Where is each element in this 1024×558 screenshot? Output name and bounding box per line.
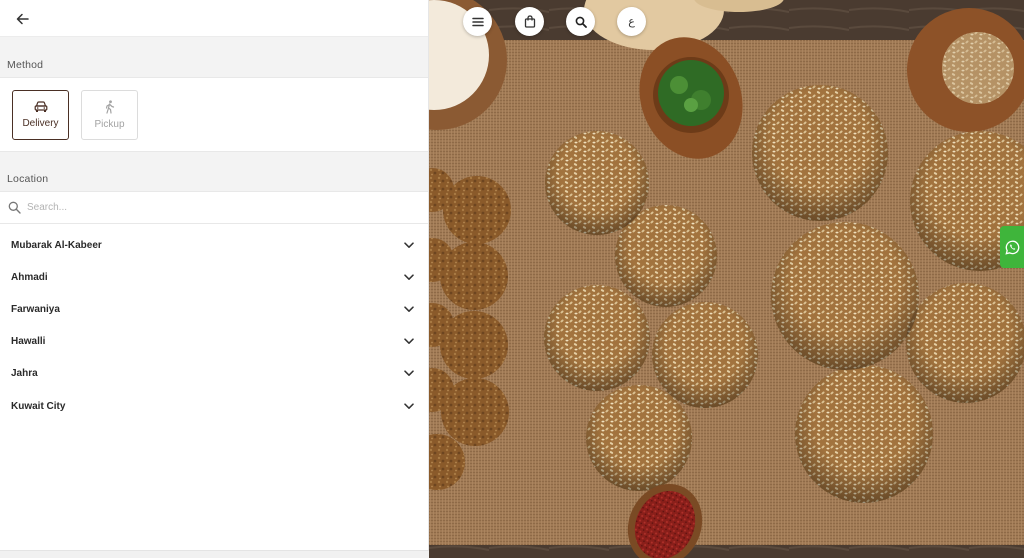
arrow-left-icon bbox=[16, 13, 29, 25]
shopping-bag-icon bbox=[524, 15, 535, 28]
search-icon bbox=[8, 201, 21, 214]
area-item-kuwait-city[interactable]: Kuwait City bbox=[0, 390, 428, 422]
delivery-label: Delivery bbox=[22, 118, 59, 129]
hamburger-menu-icon bbox=[471, 17, 484, 26]
location-search-bar bbox=[0, 192, 428, 224]
chevron-down-icon bbox=[404, 274, 414, 280]
method-title: Method bbox=[7, 59, 44, 71]
whatsapp-button[interactable] bbox=[1000, 226, 1024, 268]
chevron-down-icon bbox=[404, 242, 414, 248]
order-method-panel: Method Delivery Pickup Location Search..… bbox=[0, 0, 429, 558]
location-search-input[interactable] bbox=[27, 202, 407, 213]
location-title: Location bbox=[7, 173, 49, 185]
back-button[interactable] bbox=[12, 9, 32, 29]
chevron-down-icon bbox=[404, 370, 414, 377]
panel-footer-strip bbox=[0, 550, 429, 558]
search-button[interactable] bbox=[566, 7, 595, 36]
area-item-ahmadi[interactable]: Ahmadi bbox=[0, 261, 428, 293]
car-icon bbox=[34, 101, 47, 112]
area-label: Kuwait City bbox=[11, 400, 66, 412]
area-list: Mubarak Al-Kabeer Ahmadi Farwaniya Hawal… bbox=[0, 224, 428, 422]
area-item-farwaniya[interactable]: Farwaniya bbox=[0, 293, 428, 325]
area-label: Mubarak Al-Kabeer bbox=[11, 239, 102, 251]
pickup-label: Pickup bbox=[94, 119, 125, 130]
whatsapp-icon bbox=[1004, 240, 1019, 255]
search-icon bbox=[575, 16, 587, 28]
pickup-option[interactable]: Pickup bbox=[81, 90, 138, 140]
area-item-hawalli[interactable]: Hawalli bbox=[0, 326, 428, 358]
panel-header bbox=[0, 0, 428, 37]
delivery-option[interactable]: Delivery bbox=[12, 90, 69, 140]
language-button[interactable]: ع bbox=[617, 7, 646, 36]
walking-person-icon bbox=[105, 100, 114, 114]
method-section-header: Method bbox=[0, 37, 428, 78]
chevron-down-icon bbox=[404, 402, 414, 409]
location-section-header: Location bbox=[0, 152, 428, 192]
chevron-down-icon bbox=[404, 338, 414, 345]
hero-image-area: ع bbox=[429, 0, 1024, 558]
area-label: Ahmadi bbox=[11, 271, 48, 283]
menu-button[interactable] bbox=[463, 7, 492, 36]
chevron-down-icon bbox=[404, 306, 414, 312]
falafel-hero-image bbox=[429, 0, 1024, 558]
area-label: Hawalli bbox=[11, 336, 46, 348]
language-label: ع bbox=[628, 16, 635, 28]
area-item-jahra[interactable]: Jahra bbox=[0, 358, 428, 390]
area-label: Farwaniya bbox=[11, 303, 60, 315]
area-item-mubarak-al-kabeer[interactable]: Mubarak Al-Kabeer bbox=[0, 229, 428, 261]
cart-button[interactable] bbox=[515, 7, 544, 36]
method-options: Delivery Pickup bbox=[0, 78, 428, 152]
area-label: Jahra bbox=[11, 368, 38, 380]
